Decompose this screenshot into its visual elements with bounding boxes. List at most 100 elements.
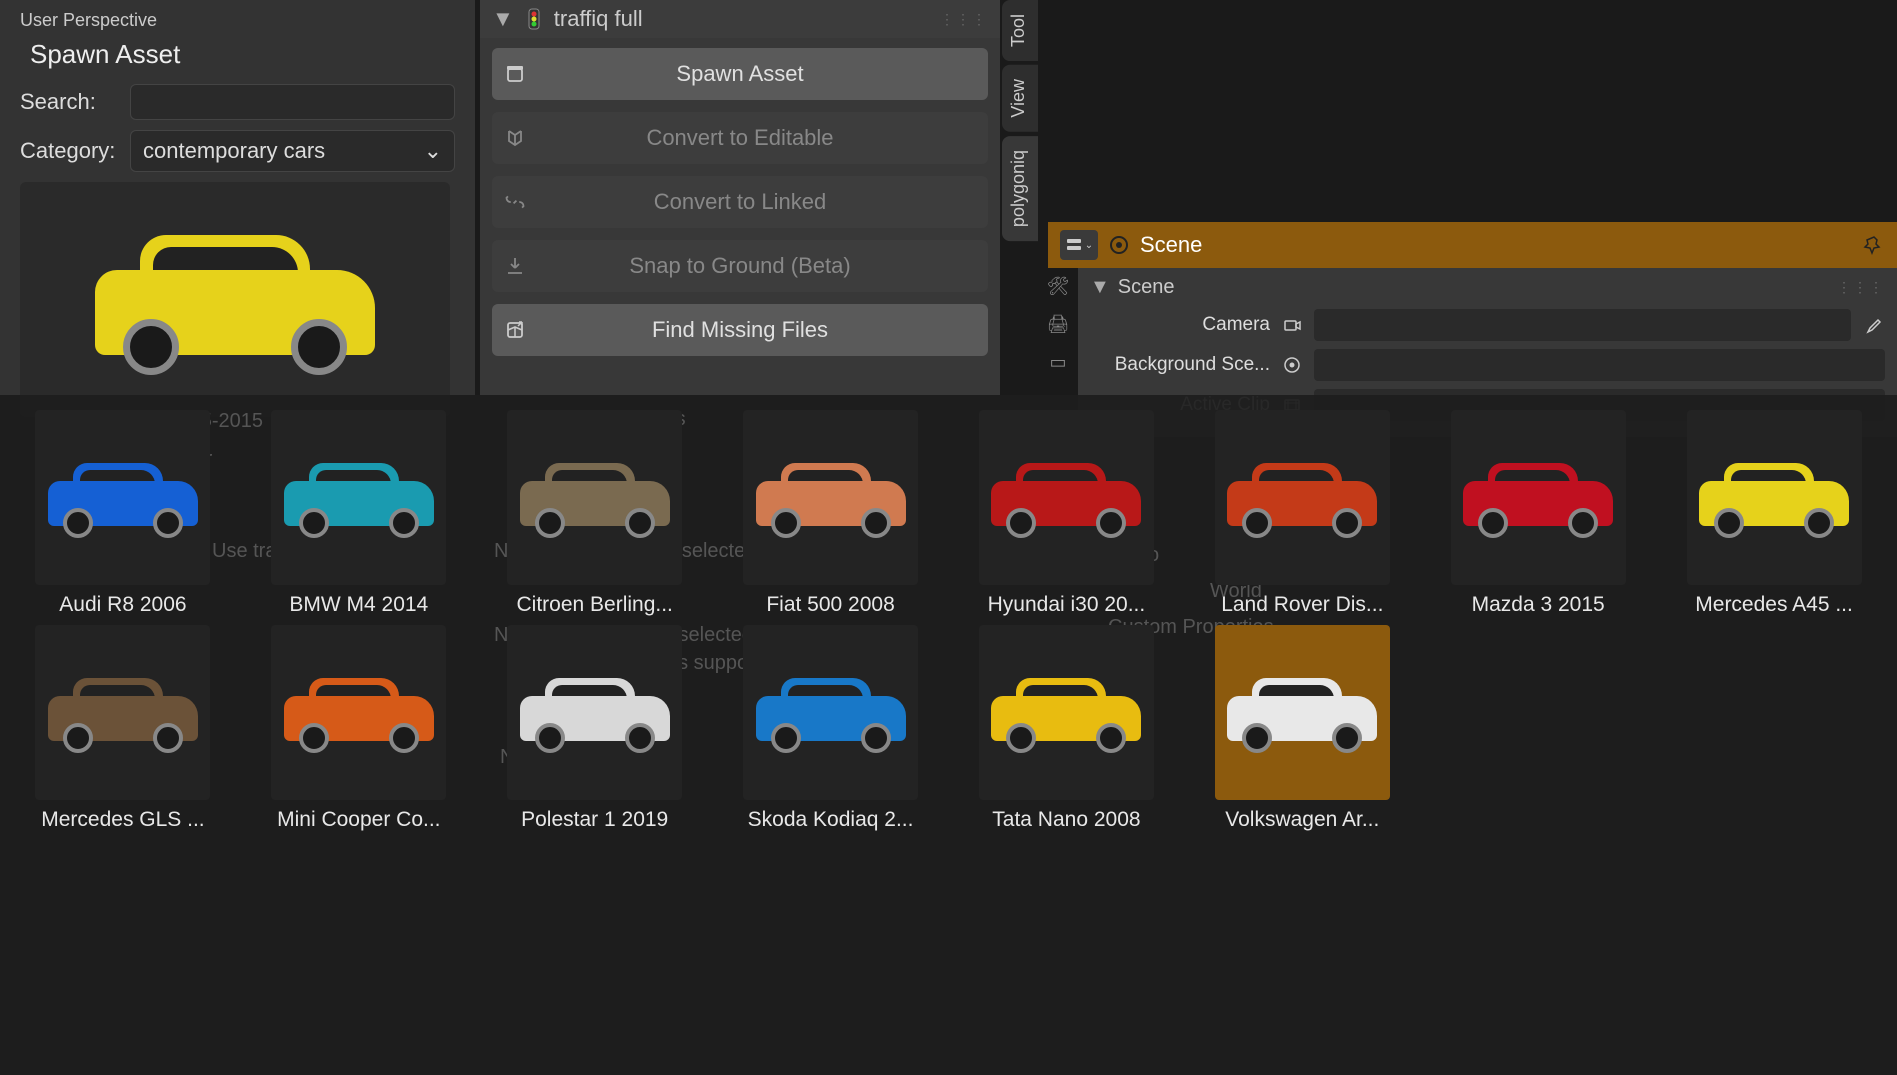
grip-icon[interactable]: ⋮⋮⋮ xyxy=(940,11,988,28)
asset-item[interactable]: Tata Nano 2008 xyxy=(954,625,1180,832)
render-icon[interactable]: ▭ xyxy=(1044,348,1072,376)
car-render xyxy=(756,458,906,538)
asset-item[interactable]: Audi R8 2006 xyxy=(10,410,236,617)
snap-ground-icon xyxy=(492,255,538,277)
snap-to-ground-beta-button[interactable]: Snap to Ground (Beta) xyxy=(492,240,988,292)
car-render xyxy=(1227,673,1377,753)
preview-car-render xyxy=(95,225,375,375)
asset-thumbnail xyxy=(1215,410,1390,585)
asset-label: Land Rover Dis... xyxy=(1221,593,1383,617)
convert-editable-icon xyxy=(492,127,538,149)
asset-item[interactable]: Polestar 1 2019 xyxy=(482,625,708,832)
convert-linked-icon xyxy=(492,191,538,213)
properties-context-label: Scene xyxy=(1140,232,1202,258)
search-input[interactable] xyxy=(130,84,455,120)
tool-settings-icon[interactable]: 🛠 xyxy=(1044,272,1072,300)
property-row: Background Sce... xyxy=(1090,349,1885,381)
pin-icon[interactable] xyxy=(1863,234,1885,256)
editor-type-dropdown[interactable]: ⌄ xyxy=(1060,230,1098,260)
chevron-down-icon: ⌄ xyxy=(424,138,442,164)
asset-thumbnail xyxy=(979,625,1154,800)
asset-item[interactable]: Skoda Kodiaq 2... xyxy=(718,625,944,832)
asset-label: Hyundai i30 20... xyxy=(988,593,1146,617)
convert-to-linked-button[interactable]: Convert to Linked xyxy=(492,176,988,228)
scene-icon xyxy=(1108,234,1130,256)
asset-label: Fiat 500 2008 xyxy=(766,593,894,617)
button-label: Find Missing Files xyxy=(538,317,988,343)
property-label: Camera xyxy=(1090,314,1270,336)
asset-thumbnail xyxy=(743,625,918,800)
disclosure-triangle-icon[interactable]: ▼ xyxy=(1090,276,1110,299)
asset-item[interactable]: Hyundai i30 20... xyxy=(954,410,1180,617)
category-value: contemporary cars xyxy=(143,138,325,164)
viewport-perspective-label: User Perspective xyxy=(20,10,455,31)
asset-thumbnail xyxy=(507,625,682,800)
properties-header: ⌄ Scene xyxy=(1048,222,1897,268)
chevron-down-icon: ⌄ xyxy=(1085,240,1093,251)
button-label: Spawn Asset xyxy=(538,61,988,87)
convert-to-editable-button[interactable]: Convert to Editable xyxy=(492,112,988,164)
asset-item[interactable]: Mercedes A45 ... xyxy=(1661,410,1887,617)
spawn-panel-title: Spawn Asset xyxy=(30,39,455,70)
button-label: Snap to Ground (Beta) xyxy=(538,253,988,279)
asset-thumbnail xyxy=(1215,625,1390,800)
asset-thumbnail xyxy=(979,410,1154,585)
car-render xyxy=(284,673,434,753)
button-label: Convert to Linked xyxy=(538,189,988,215)
asset-label: Mercedes GLS ... xyxy=(41,808,204,832)
car-render xyxy=(520,458,670,538)
asset-preview[interactable] xyxy=(20,182,450,417)
asset-item[interactable]: Land Rover Dis... xyxy=(1189,410,1415,617)
grip-icon[interactable]: ⋮⋮⋮ xyxy=(1837,279,1885,296)
disclosure-triangle-icon[interactable]: ▼ xyxy=(492,6,514,32)
car-render xyxy=(48,458,198,538)
car-render xyxy=(1699,458,1849,538)
spawn-asset-button[interactable]: Spawn Asset xyxy=(492,48,988,100)
asset-item[interactable]: Fiat 500 2008 xyxy=(718,410,944,617)
car-render xyxy=(991,673,1141,753)
tab-polygoniq[interactable]: polygoniq xyxy=(1002,136,1038,241)
tab-tool[interactable]: Tool xyxy=(1002,0,1038,61)
asset-item[interactable]: Volkswagen Ar... xyxy=(1189,625,1415,832)
car-render xyxy=(48,673,198,753)
asset-thumbnail xyxy=(35,410,210,585)
search-label: Search: xyxy=(20,89,130,115)
find-missing-files-button[interactable]: Find Missing Files xyxy=(492,304,988,356)
asset-label: Citroen Berling... xyxy=(516,593,672,617)
asset-label: Mazda 3 2015 xyxy=(1472,593,1605,617)
property-field[interactable] xyxy=(1314,349,1885,381)
asset-thumbnail xyxy=(507,410,682,585)
asset-label: Mercedes A45 ... xyxy=(1695,593,1853,617)
property-row: Camera xyxy=(1090,309,1885,341)
asset-thumbnail xyxy=(271,625,446,800)
asset-thumbnail xyxy=(271,410,446,585)
eyedropper-icon[interactable] xyxy=(1861,313,1885,337)
output-icon[interactable]: 🖨 xyxy=(1044,310,1072,338)
asset-item[interactable]: BMW M4 2014 xyxy=(246,410,472,617)
find-missing-icon xyxy=(492,319,538,341)
car-render xyxy=(284,458,434,538)
traffic-light-icon xyxy=(522,7,546,31)
scene-icon[interactable] xyxy=(1280,353,1304,377)
property-label: Background Sce... xyxy=(1090,354,1270,376)
car-render xyxy=(520,673,670,753)
traffiq-panel: ▼ traffiq full ⋮⋮⋮ Spawn Asset Convert to… xyxy=(480,0,1000,395)
tab-view[interactable]: View xyxy=(1002,65,1038,132)
asset-item[interactable]: Mercedes GLS ... xyxy=(10,625,236,832)
traffiq-panel-header[interactable]: ▼ traffiq full ⋮⋮⋮ xyxy=(480,0,1000,38)
asset-label: Volkswagen Ar... xyxy=(1225,808,1379,832)
car-render xyxy=(1227,458,1377,538)
properties-tab-icons: 🛠 🖨 ▭ xyxy=(1040,272,1076,376)
asset-item[interactable]: Mini Cooper Co... xyxy=(246,625,472,832)
asset-thumbnail xyxy=(1687,410,1862,585)
camera-icon[interactable] xyxy=(1280,313,1304,337)
asset-thumbnail xyxy=(743,410,918,585)
asset-item[interactable]: Mazda 3 2015 xyxy=(1425,410,1651,617)
category-dropdown[interactable]: contemporary cars ⌄ xyxy=(130,130,455,172)
asset-label: Tata Nano 2008 xyxy=(992,808,1140,832)
asset-label: Polestar 1 2019 xyxy=(521,808,668,832)
asset-item[interactable]: Citroen Berling... xyxy=(482,410,708,617)
asset-label: Mini Cooper Co... xyxy=(277,808,440,832)
category-label: Category: xyxy=(20,138,130,164)
property-field[interactable] xyxy=(1314,309,1851,341)
